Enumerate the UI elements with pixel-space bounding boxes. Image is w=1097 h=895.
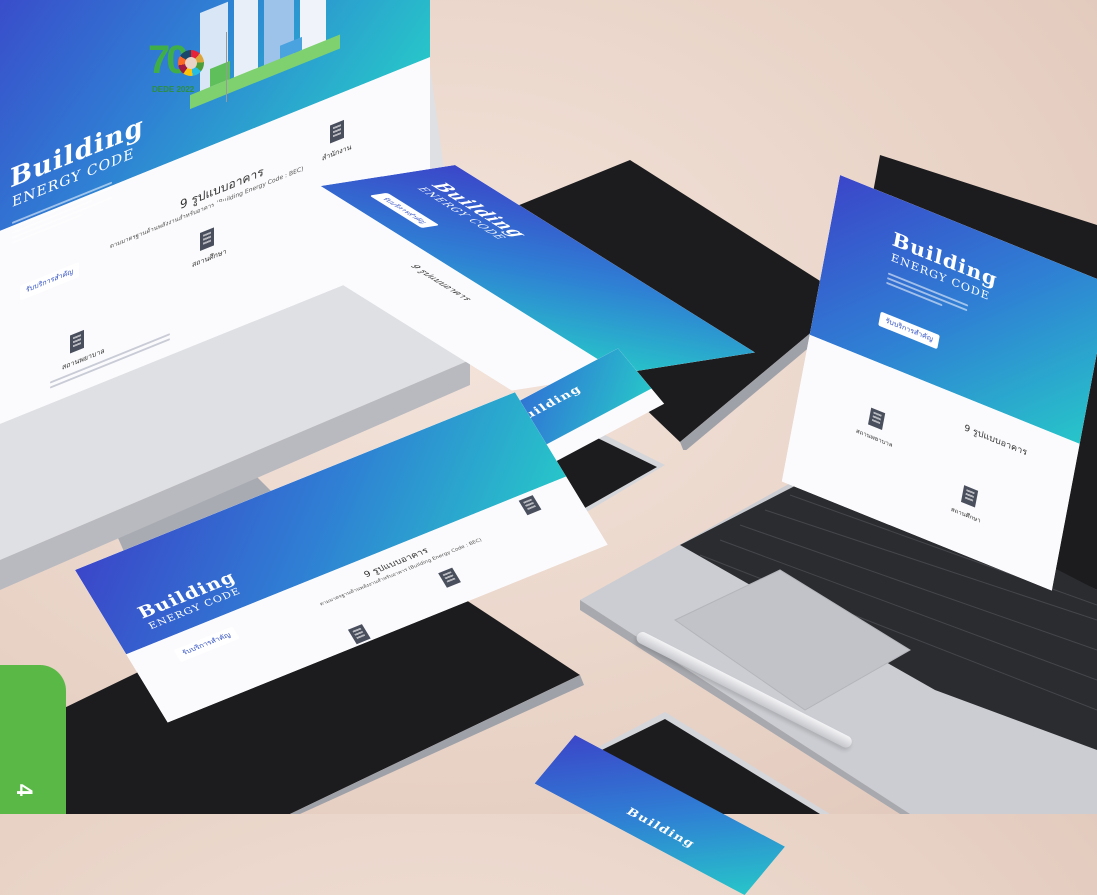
page-number-tab: 4 (0, 665, 66, 814)
logo-caption: DEDE 2022 (152, 85, 195, 94)
page-number: 4 (12, 783, 38, 797)
sdg-wheel-icon (178, 50, 204, 76)
logo-divider (226, 32, 227, 102)
anniversary-logo: 70 DEDE 2022 (148, 32, 227, 102)
